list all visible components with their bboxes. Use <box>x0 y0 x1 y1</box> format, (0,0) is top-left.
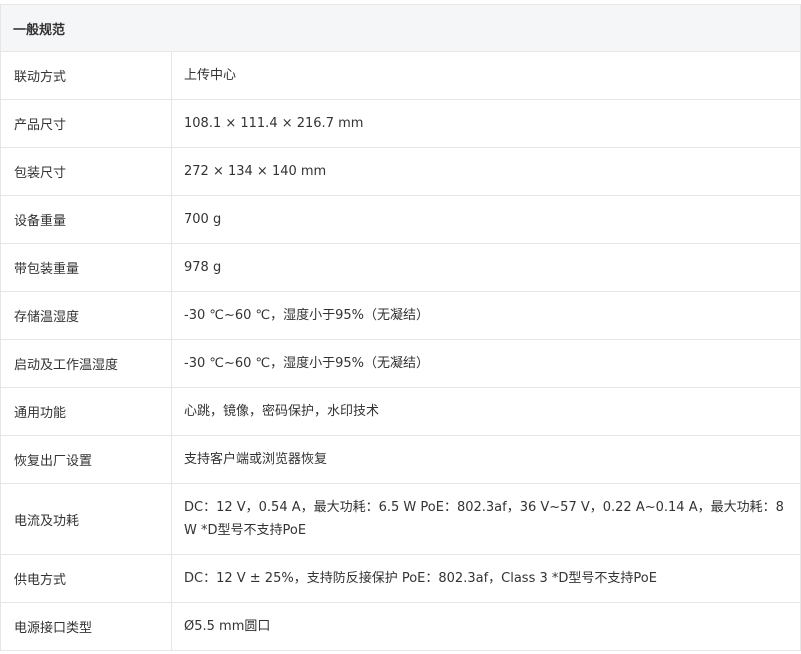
row-label: 产品尺寸 <box>1 100 172 147</box>
table-row: 电流及功耗 DC：12 V，0.54 A，最大功耗：6.5 W PoE：802.… <box>1 484 801 555</box>
row-label: 存储温湿度 <box>1 292 172 339</box>
table-row: 联动方式 上传中心 <box>1 52 801 100</box>
table-row: 启动及工作温湿度 -30 ℃~60 ℃，湿度小于95%（无凝结） <box>1 340 801 388</box>
row-value: DC：12 V，0.54 A，最大功耗：6.5 W PoE：802.3af，36… <box>172 484 801 554</box>
row-value: DC：12 V ± 25%，支持防反接保护 PoE：802.3af，Class … <box>172 555 801 602</box>
table-row: 存储温湿度 -30 ℃~60 ℃，湿度小于95%（无凝结） <box>1 292 801 340</box>
table-row: 恢复出厂设置 支持客户端或浏览器恢复 <box>1 436 801 484</box>
table-row: 供电方式 DC：12 V ± 25%，支持防反接保护 PoE：802.3af，C… <box>1 555 801 603</box>
row-label: 供电方式 <box>1 555 172 602</box>
table-row: 通用功能 心跳，镜像，密码保护，水印技术 <box>1 388 801 436</box>
row-value: 272 × 134 × 140 mm <box>172 148 801 195</box>
row-label: 电流及功耗 <box>1 484 172 554</box>
row-label: 通用功能 <box>1 388 172 435</box>
table-row: 包装尺寸 272 × 134 × 140 mm <box>1 148 801 196</box>
section-header: 一般规范 <box>1 5 801 52</box>
row-value: 心跳，镜像，密码保护，水印技术 <box>172 388 801 435</box>
table-row: 带包装重量 978 g <box>1 244 801 292</box>
spec-table: 一般规范 联动方式 上传中心 产品尺寸 108.1 × 111.4 × 216.… <box>0 4 801 651</box>
row-value: 700 g <box>172 196 801 243</box>
row-label: 电源接口类型 <box>1 603 172 650</box>
row-label: 恢复出厂设置 <box>1 436 172 483</box>
row-value: 支持客户端或浏览器恢复 <box>172 436 801 483</box>
row-value: 上传中心 <box>172 52 801 99</box>
row-label: 带包装重量 <box>1 244 172 291</box>
row-value: 108.1 × 111.4 × 216.7 mm <box>172 100 801 147</box>
row-value: Ø5.5 mm圆口 <box>172 603 801 650</box>
table-row: 电源接口类型 Ø5.5 mm圆口 <box>1 603 801 651</box>
row-value: -30 ℃~60 ℃，湿度小于95%（无凝结） <box>172 340 801 387</box>
row-value: 978 g <box>172 244 801 291</box>
row-label: 包装尺寸 <box>1 148 172 195</box>
row-label: 联动方式 <box>1 52 172 99</box>
table-row: 设备重量 700 g <box>1 196 801 244</box>
row-value: -30 ℃~60 ℃，湿度小于95%（无凝结） <box>172 292 801 339</box>
row-label: 启动及工作温湿度 <box>1 340 172 387</box>
table-row: 产品尺寸 108.1 × 111.4 × 216.7 mm <box>1 100 801 148</box>
row-label: 设备重量 <box>1 196 172 243</box>
